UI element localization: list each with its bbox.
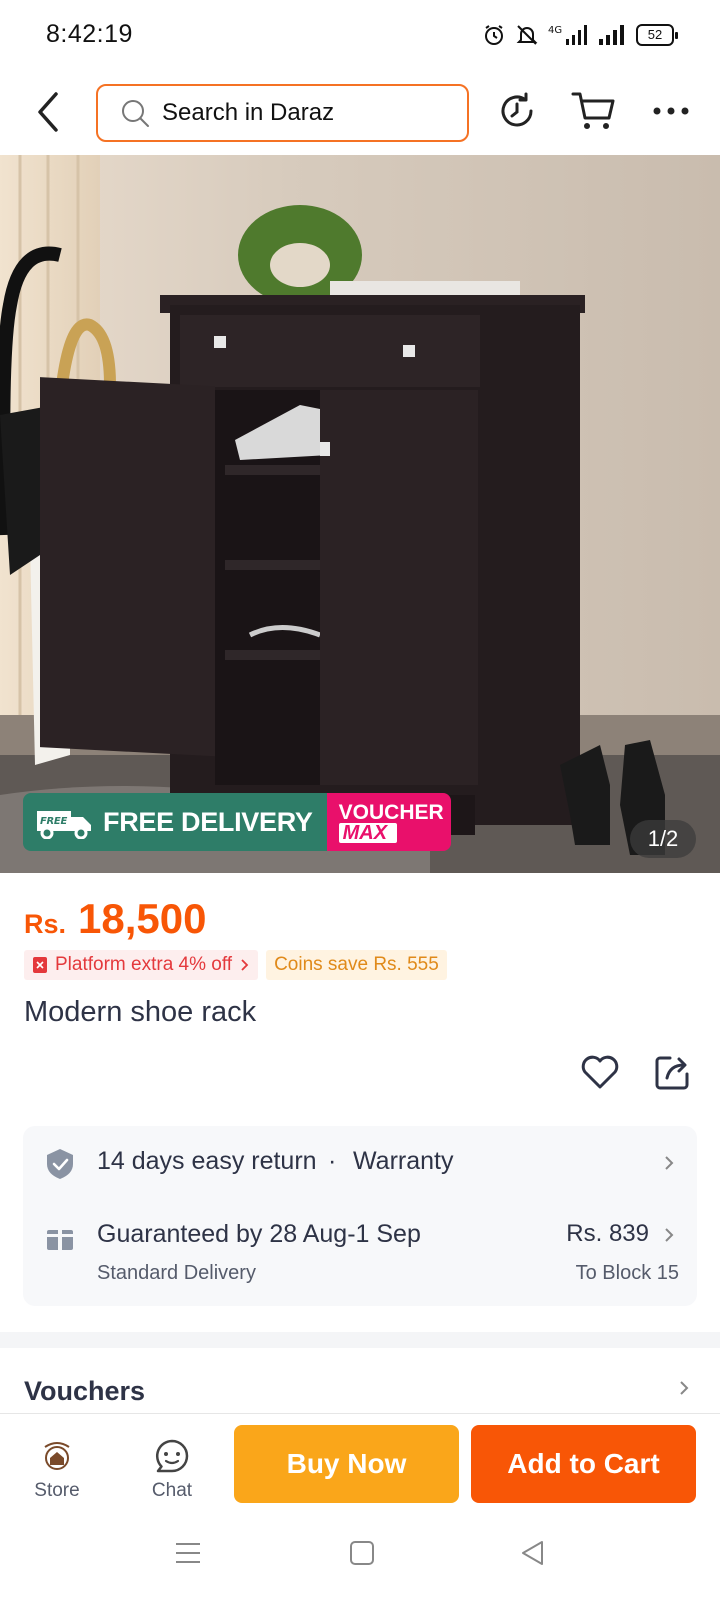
chat-label: Chat bbox=[151, 1480, 193, 1501]
buy-now-button[interactable]: Buy Now bbox=[234, 1425, 459, 1503]
platform-discount-label: Platform extra 4% off bbox=[55, 954, 233, 975]
back-triangle-icon[interactable] bbox=[520, 1540, 546, 1566]
section-divider bbox=[0, 1332, 720, 1348]
alarm-icon bbox=[485, 25, 503, 45]
coins-save-badge: Coins save Rs. 555 bbox=[266, 950, 447, 980]
promo-banner: FREE FREE DELIVERY VOUCHER MAX bbox=[23, 793, 451, 851]
share-icon bbox=[655, 1056, 689, 1090]
price-value: 18,500 bbox=[78, 895, 207, 942]
vouchers-title[interactable]: Vouchers bbox=[24, 1376, 145, 1407]
svg-text:4G: 4G bbox=[548, 25, 562, 36]
back-icon bbox=[38, 92, 58, 132]
menu-icon[interactable] bbox=[175, 1540, 201, 1566]
more-icon bbox=[653, 107, 689, 115]
delivery-type-label: Standard Delivery bbox=[97, 1262, 256, 1284]
add-to-cart-button[interactable]: Add to Cart bbox=[471, 1425, 696, 1503]
delivery-info-card: 14 days easy return · Warranty Guarantee… bbox=[23, 1126, 697, 1306]
chevron-right-icon bbox=[665, 1228, 674, 1242]
top-nav: Search in Daraz bbox=[0, 70, 720, 154]
more-button[interactable] bbox=[648, 88, 694, 134]
shield-check-icon bbox=[47, 1149, 73, 1179]
cart-icon bbox=[571, 92, 615, 129]
chevron-right-icon bbox=[241, 959, 249, 971]
history-button[interactable] bbox=[494, 88, 540, 134]
signal-4g-icon: 4G bbox=[548, 25, 587, 45]
search-icon bbox=[122, 100, 149, 127]
gift-box-icon bbox=[47, 1224, 73, 1250]
product-photo bbox=[0, 155, 720, 873]
warranty-label: Warranty bbox=[353, 1147, 454, 1175]
voucher-label: VOUCHER bbox=[338, 800, 444, 824]
heart-icon bbox=[581, 1055, 619, 1089]
voucher-max-badge: VOUCHER MAX bbox=[326, 793, 451, 851]
history-icon bbox=[501, 92, 533, 127]
store-label: Store bbox=[34, 1480, 80, 1501]
delivery-truck-icon: FREE bbox=[37, 811, 91, 839]
voucher-ticket-icon bbox=[33, 957, 47, 973]
promo-row: Platform extra 4% off Coins save Rs. 555 bbox=[24, 950, 447, 980]
chevron-right-icon bbox=[665, 1156, 674, 1170]
platform-discount-badge[interactable]: Platform extra 4% off bbox=[24, 950, 259, 980]
return-warranty-row[interactable]: 14 days easy return · Warranty bbox=[23, 1126, 697, 1200]
chat-icon bbox=[156, 1439, 189, 1473]
status-icons: 4G 52 bbox=[482, 20, 678, 50]
search-placeholder: Search in Daraz bbox=[162, 99, 335, 126]
delivery-destination: To Block 15 bbox=[575, 1262, 679, 1284]
share-button[interactable] bbox=[652, 1052, 692, 1092]
battery-indicator: 52 bbox=[636, 24, 678, 46]
price-currency: Rs. bbox=[24, 909, 67, 939]
search-input[interactable]: Search in Daraz bbox=[96, 84, 469, 142]
chat-button[interactable]: Chat bbox=[137, 1438, 207, 1502]
store-button[interactable]: Store bbox=[22, 1438, 92, 1502]
price-row: Rs. 18,500 bbox=[24, 895, 207, 943]
image-counter: 1/2 bbox=[630, 820, 696, 858]
coins-save-label: Coins save Rs. 555 bbox=[274, 954, 439, 975]
mute-bell-icon bbox=[516, 25, 538, 45]
guarantee-date-label: Guaranteed by 28 Aug-1 Sep bbox=[97, 1220, 421, 1248]
separator-dot: · bbox=[328, 1147, 337, 1175]
wishlist-button[interactable] bbox=[580, 1052, 620, 1092]
max-label: MAX bbox=[338, 822, 397, 843]
free-small-label: FREE bbox=[40, 816, 67, 827]
free-delivery-badge: FREE FREE DELIVERY bbox=[23, 793, 327, 851]
system-navigation-bar bbox=[0, 1514, 720, 1600]
delivery-guarantee-row[interactable]: Guaranteed by 28 Aug-1 Sep Standard Deli… bbox=[23, 1200, 697, 1306]
product-title: Modern shoe rack bbox=[24, 996, 257, 1028]
chevron-right-icon[interactable] bbox=[678, 1378, 690, 1398]
cart-button[interactable] bbox=[570, 88, 616, 134]
free-delivery-label: FREE DELIVERY bbox=[103, 806, 313, 837]
product-image-gallery[interactable]: 1/2 bbox=[0, 155, 720, 873]
status-bar: 8:42:19 4G 52 bbox=[0, 0, 720, 70]
bottom-action-bar: Store Chat Buy Now Add to Cart bbox=[0, 1413, 720, 1513]
return-policy-label: 14 days easy return bbox=[97, 1147, 317, 1175]
signal-icon bbox=[599, 25, 624, 45]
store-logo-icon bbox=[44, 1442, 70, 1470]
status-time: 8:42:19 bbox=[46, 20, 133, 48]
delivery-fee: Rs. 839 bbox=[566, 1220, 649, 1247]
back-button[interactable] bbox=[28, 88, 68, 136]
home-square-icon[interactable] bbox=[349, 1540, 375, 1566]
